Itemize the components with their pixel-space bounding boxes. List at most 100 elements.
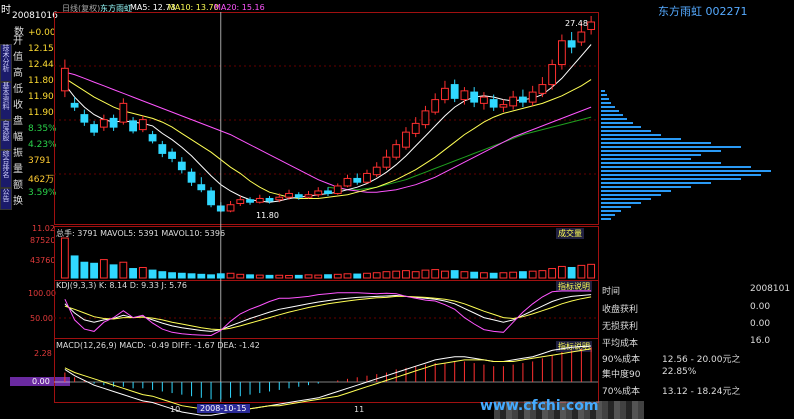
chip-bar-16 bbox=[601, 154, 701, 156]
quote-value-6: 8.35% bbox=[28, 124, 57, 134]
vertical-tab-3[interactable]: 综合排名 bbox=[0, 150, 12, 188]
chip-bar-31 bbox=[601, 214, 615, 216]
x-axis-label-nov: 11 bbox=[354, 405, 365, 414]
volume-bar-47 bbox=[518, 271, 527, 279]
kdj-j-line bbox=[64, 290, 592, 337]
chip-bar-3 bbox=[601, 102, 611, 104]
chip-bar-13 bbox=[601, 142, 711, 144]
volume-bar-43 bbox=[480, 272, 488, 279]
chip-bar-27 bbox=[601, 198, 651, 200]
quote-key-8: 量 bbox=[13, 164, 23, 175]
candle-body-46 bbox=[509, 96, 518, 107]
price-low-marker: 11.80 bbox=[256, 211, 279, 220]
vertical-tab-4[interactable]: 公告 bbox=[0, 188, 12, 210]
volume-bar-13 bbox=[187, 273, 196, 279]
candle-body-54 bbox=[587, 21, 596, 31]
chip-stat-label-4: 90%成本 bbox=[602, 355, 641, 365]
volume-bar-30 bbox=[353, 273, 362, 279]
right-panel-header: 东方雨虹 002271 bbox=[658, 5, 748, 18]
volume-bar-25 bbox=[304, 274, 313, 279]
x-axis-cursor-date: 2008-10-15 bbox=[197, 404, 250, 413]
quote-key-1: 值 bbox=[13, 52, 23, 63]
vertical-tab-1[interactable]: 基本资料 bbox=[0, 82, 12, 120]
candle-body-36 bbox=[411, 122, 420, 134]
candle-body-13 bbox=[187, 171, 196, 183]
price-axis-bottom: 11.02 bbox=[32, 224, 55, 233]
volume-bar-7 bbox=[129, 268, 138, 279]
volume-bar-46 bbox=[509, 271, 518, 279]
quote-value-3: 11.80 bbox=[28, 76, 54, 86]
chip-stat-value-0: 2008101 bbox=[750, 284, 791, 294]
candle-body-49 bbox=[538, 84, 547, 94]
candle-body-31 bbox=[363, 172, 371, 183]
volume-bar-52 bbox=[567, 266, 576, 279]
quote-key-4: 收 bbox=[13, 100, 23, 111]
kdj-axis-mid: 50.00 bbox=[30, 314, 53, 323]
volume-bar-22 bbox=[275, 274, 284, 279]
volume-bar-20 bbox=[255, 274, 264, 279]
candle-body-45 bbox=[499, 104, 508, 108]
quote-value-8: 3791 bbox=[28, 156, 51, 166]
quote-key-7: 振 bbox=[13, 148, 23, 159]
chip-stat-label-6: 70%成本 bbox=[602, 387, 641, 397]
candle-body-24 bbox=[294, 194, 303, 198]
volume-bar-32 bbox=[372, 272, 381, 279]
candle-body-44 bbox=[489, 99, 498, 108]
chip-bar-1 bbox=[601, 94, 607, 96]
chip-bar-24 bbox=[601, 186, 691, 188]
candle-body-8 bbox=[138, 119, 147, 131]
volume-bar-33 bbox=[382, 271, 391, 279]
volume-bar-3 bbox=[90, 262, 99, 279]
vertical-tab-2[interactable]: 自选股 bbox=[0, 120, 12, 150]
chip-bar-7 bbox=[601, 118, 627, 120]
quote-key-2: 高 bbox=[13, 68, 23, 79]
candle-body-6 bbox=[119, 102, 128, 123]
candle-body-7 bbox=[129, 120, 138, 132]
volume-axis-top: 87520 bbox=[30, 236, 56, 245]
vertical-tab-0[interactable]: 技术分析 bbox=[0, 44, 12, 82]
chip-stat-value-6: 13.12 - 18.24元之 bbox=[662, 387, 741, 397]
candle-body-2 bbox=[80, 114, 89, 123]
volume-bar-6 bbox=[119, 261, 128, 279]
candle-body-51 bbox=[557, 40, 566, 66]
candle-body-32 bbox=[372, 166, 381, 176]
chip-bar-18 bbox=[601, 162, 721, 164]
quote-value-5: 11.90 bbox=[28, 108, 54, 118]
chip-bar-9 bbox=[601, 126, 641, 128]
candle-body-50 bbox=[548, 64, 557, 86]
chip-bar-25 bbox=[601, 190, 671, 192]
chip-stat-label-5: 集中度90 bbox=[602, 370, 641, 380]
candle-body-40 bbox=[450, 84, 459, 99]
volume-axis-mid: 43760 bbox=[30, 256, 56, 265]
candle-body-52 bbox=[567, 40, 576, 48]
candle-body-37 bbox=[421, 110, 430, 126]
volume-bar-23 bbox=[285, 274, 293, 279]
chip-distribution-panel: 东方雨虹 002271 时间 2008101 收盘获利 0.00 无损获利 0.00 平均成… bbox=[600, 0, 794, 419]
volume-bar-53 bbox=[577, 264, 586, 279]
chart-area[interactable] bbox=[54, 0, 600, 419]
volume-bar-39 bbox=[441, 270, 449, 279]
volume-bar-0 bbox=[60, 237, 69, 279]
panel-frame-2 bbox=[54, 280, 599, 339]
volume-bar-36 bbox=[411, 271, 420, 279]
volume-bar-16 bbox=[216, 273, 225, 279]
volume-bar-9 bbox=[148, 269, 157, 279]
candle-body-48 bbox=[528, 91, 537, 103]
candle-body-30 bbox=[353, 177, 362, 183]
chip-bar-30 bbox=[601, 210, 621, 212]
chip-stat-value-4: 12.56 - 20.00元之 bbox=[662, 355, 741, 365]
chip-bar-5 bbox=[601, 110, 619, 112]
candle-body-19 bbox=[246, 199, 254, 203]
chip-bar-11 bbox=[601, 134, 661, 136]
candle-body-22 bbox=[275, 196, 284, 201]
chip-bar-6 bbox=[601, 114, 623, 116]
candle-body-17 bbox=[226, 204, 235, 212]
quote-key-6: 幅 bbox=[13, 132, 23, 143]
watermark-text: www.cfchi.com bbox=[480, 398, 599, 414]
quote-date: 20081016 bbox=[12, 11, 58, 21]
chip-bar-15 bbox=[601, 150, 721, 152]
volume-bar-14 bbox=[197, 273, 206, 279]
chip-bar-21 bbox=[601, 174, 761, 176]
volume-bar-1 bbox=[70, 255, 79, 279]
chip-stat-value-5: 22.85% bbox=[662, 367, 697, 377]
